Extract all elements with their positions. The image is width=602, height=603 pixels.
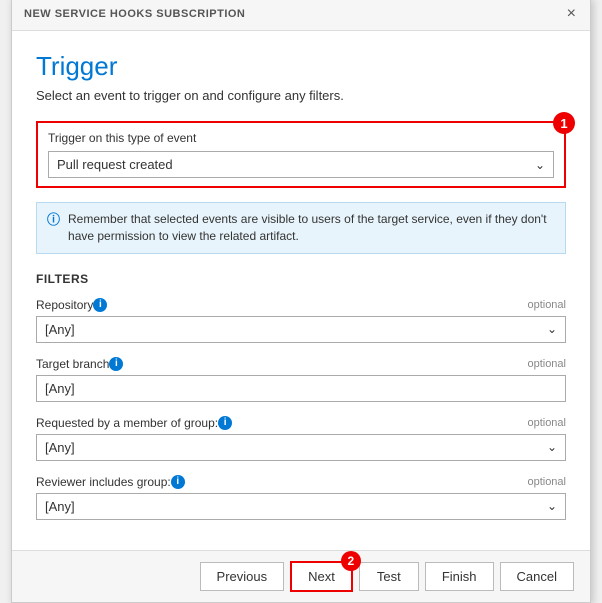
chevron-down-icon: ⌄ <box>547 499 557 513</box>
requested-by-field-group: Requested by a member of group: i option… <box>36 416 566 461</box>
target-branch-optional: optional <box>527 358 566 370</box>
service-hooks-dialog: NEW SERVICE HOOKS SUBSCRIPTION × Trigger… <box>11 0 591 603</box>
previous-button[interactable]: Previous <box>200 562 285 591</box>
target-branch-field-group: Target branch i optional <box>36 357 566 402</box>
repository-field-group: Repository i optional [Any] ⌄ <box>36 298 566 343</box>
reviewer-label: Reviewer includes group: i optional <box>36 475 566 489</box>
target-branch-label: Target branch i optional <box>36 357 566 371</box>
close-button[interactable]: × <box>565 6 578 22</box>
chevron-down-icon: ⌄ <box>547 440 557 454</box>
trigger-event-group: 1 Trigger on this type of event Pull req… <box>36 121 566 188</box>
trigger-event-select[interactable]: Pull request created ⌄ <box>48 151 554 178</box>
chevron-down-icon: ⌄ <box>547 322 557 336</box>
reviewer-value: [Any] <box>45 499 75 514</box>
requested-by-label-text: Requested by a member of group: <box>36 416 218 430</box>
repository-value: [Any] <box>45 322 75 337</box>
requested-by-optional: optional <box>527 417 566 429</box>
dialog-body: Trigger Select an event to trigger on an… <box>12 31 590 550</box>
target-branch-info-icon[interactable]: i <box>109 357 123 371</box>
cancel-button[interactable]: Cancel <box>500 562 574 591</box>
requested-by-label: Requested by a member of group: i option… <box>36 416 566 430</box>
info-message: Remember that selected events are visibl… <box>68 211 555 245</box>
repository-label-row: Repository i optional <box>36 298 566 312</box>
test-button[interactable]: Test <box>359 562 419 591</box>
page-subtitle: Select an event to trigger on and config… <box>36 88 566 103</box>
reviewer-label-text: Reviewer includes group: <box>36 475 171 489</box>
target-branch-label-text: Target branch <box>36 357 109 371</box>
finish-button[interactable]: Finish <box>425 562 494 591</box>
requested-by-value: [Any] <box>45 440 75 455</box>
reviewer-optional: optional <box>527 476 566 488</box>
repository-label: Repository i optional <box>36 298 566 312</box>
requested-by-label-row: Requested by a member of group: i option… <box>36 416 566 430</box>
repository-label-text: Repository <box>36 298 93 312</box>
requested-by-select[interactable]: [Any] ⌄ <box>36 434 566 461</box>
step-badge-1: 1 <box>553 112 575 134</box>
dialog-header-title: NEW SERVICE HOOKS SUBSCRIPTION <box>24 8 245 20</box>
info-box: ⓘ Remember that selected events are visi… <box>36 202 566 254</box>
trigger-event-value: Pull request created <box>57 157 173 172</box>
trigger-event-label: Trigger on this type of event <box>48 131 554 145</box>
reviewer-field-group: Reviewer includes group: i optional [Any… <box>36 475 566 520</box>
target-branch-label-row: Target branch i optional <box>36 357 566 371</box>
chevron-down-icon: ⌄ <box>535 158 545 172</box>
info-icon: ⓘ <box>47 211 60 245</box>
dialog-footer: Previous Next 2 Test Finish Cancel <box>12 550 590 602</box>
filters-title: FILTERS <box>36 272 566 286</box>
repository-select[interactable]: [Any] ⌄ <box>36 316 566 343</box>
next-button-label: Next <box>308 569 335 584</box>
page-title: Trigger <box>36 51 566 82</box>
next-button[interactable]: Next 2 <box>290 561 353 592</box>
step-badge-2: 2 <box>341 551 361 571</box>
reviewer-select[interactable]: [Any] ⌄ <box>36 493 566 520</box>
target-branch-input[interactable] <box>36 375 566 402</box>
reviewer-label-row: Reviewer includes group: i optional <box>36 475 566 489</box>
repository-info-icon[interactable]: i <box>93 298 107 312</box>
repository-optional: optional <box>527 299 566 311</box>
dialog-header: NEW SERVICE HOOKS SUBSCRIPTION × <box>12 0 590 31</box>
reviewer-info-icon[interactable]: i <box>171 475 185 489</box>
requested-by-info-icon[interactable]: i <box>218 416 232 430</box>
